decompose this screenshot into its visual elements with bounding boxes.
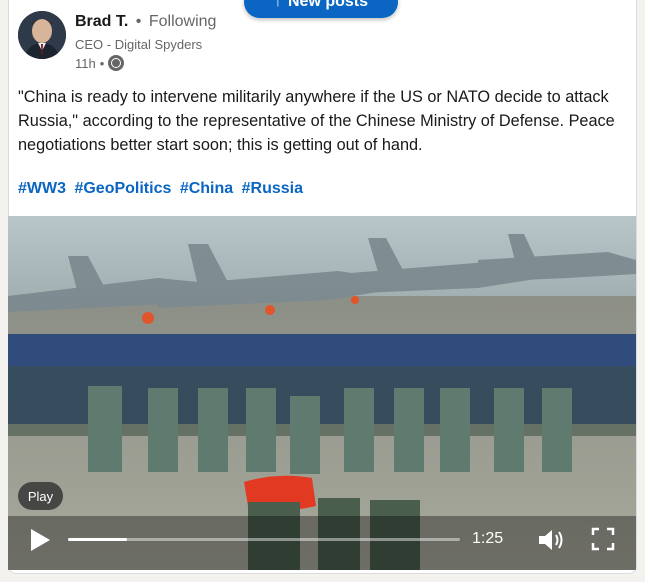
play-badge[interactable]: Play: [18, 482, 63, 510]
follow-status: Following: [148, 13, 217, 30]
video-controls: 1:25: [8, 510, 636, 570]
new-posts-button[interactable]: ↑ New posts: [244, 0, 398, 18]
new-posts-label: New posts: [287, 0, 368, 10]
hashtag-link[interactable]: #GeoPolitics: [74, 180, 171, 197]
play-icon[interactable]: [28, 527, 52, 553]
hashtag-list: #WW3 #GeoPolitics #China #Russia: [18, 180, 307, 198]
avatar[interactable]: [18, 11, 66, 59]
separator-dot: •: [135, 13, 142, 30]
meta-separator: •: [99, 55, 105, 71]
globe-icon: [108, 55, 125, 71]
post-text: "China is ready to intervene militarily …: [18, 88, 615, 154]
hashtag-link[interactable]: #China: [180, 180, 233, 197]
author-line: Brad T. • Following: [75, 13, 216, 31]
arrow-up-icon: ↑: [273, 0, 282, 10]
avatar-image: [18, 11, 66, 59]
hashtag-link[interactable]: #WW3: [18, 180, 66, 197]
fullscreen-icon[interactable]: [591, 527, 615, 551]
author-name[interactable]: Brad T.: [75, 13, 128, 30]
progress-fill: [68, 538, 127, 541]
volume-icon[interactable]: [537, 527, 565, 553]
post-time: 11h: [75, 55, 96, 71]
author-headline: CEO - Digital Spyders: [75, 37, 203, 52]
hashtag-link[interactable]: #Russia: [242, 180, 303, 197]
video-duration: 1:25: [472, 530, 504, 547]
post-meta: 11h •: [75, 55, 125, 71]
progress-bar[interactable]: [68, 538, 460, 541]
